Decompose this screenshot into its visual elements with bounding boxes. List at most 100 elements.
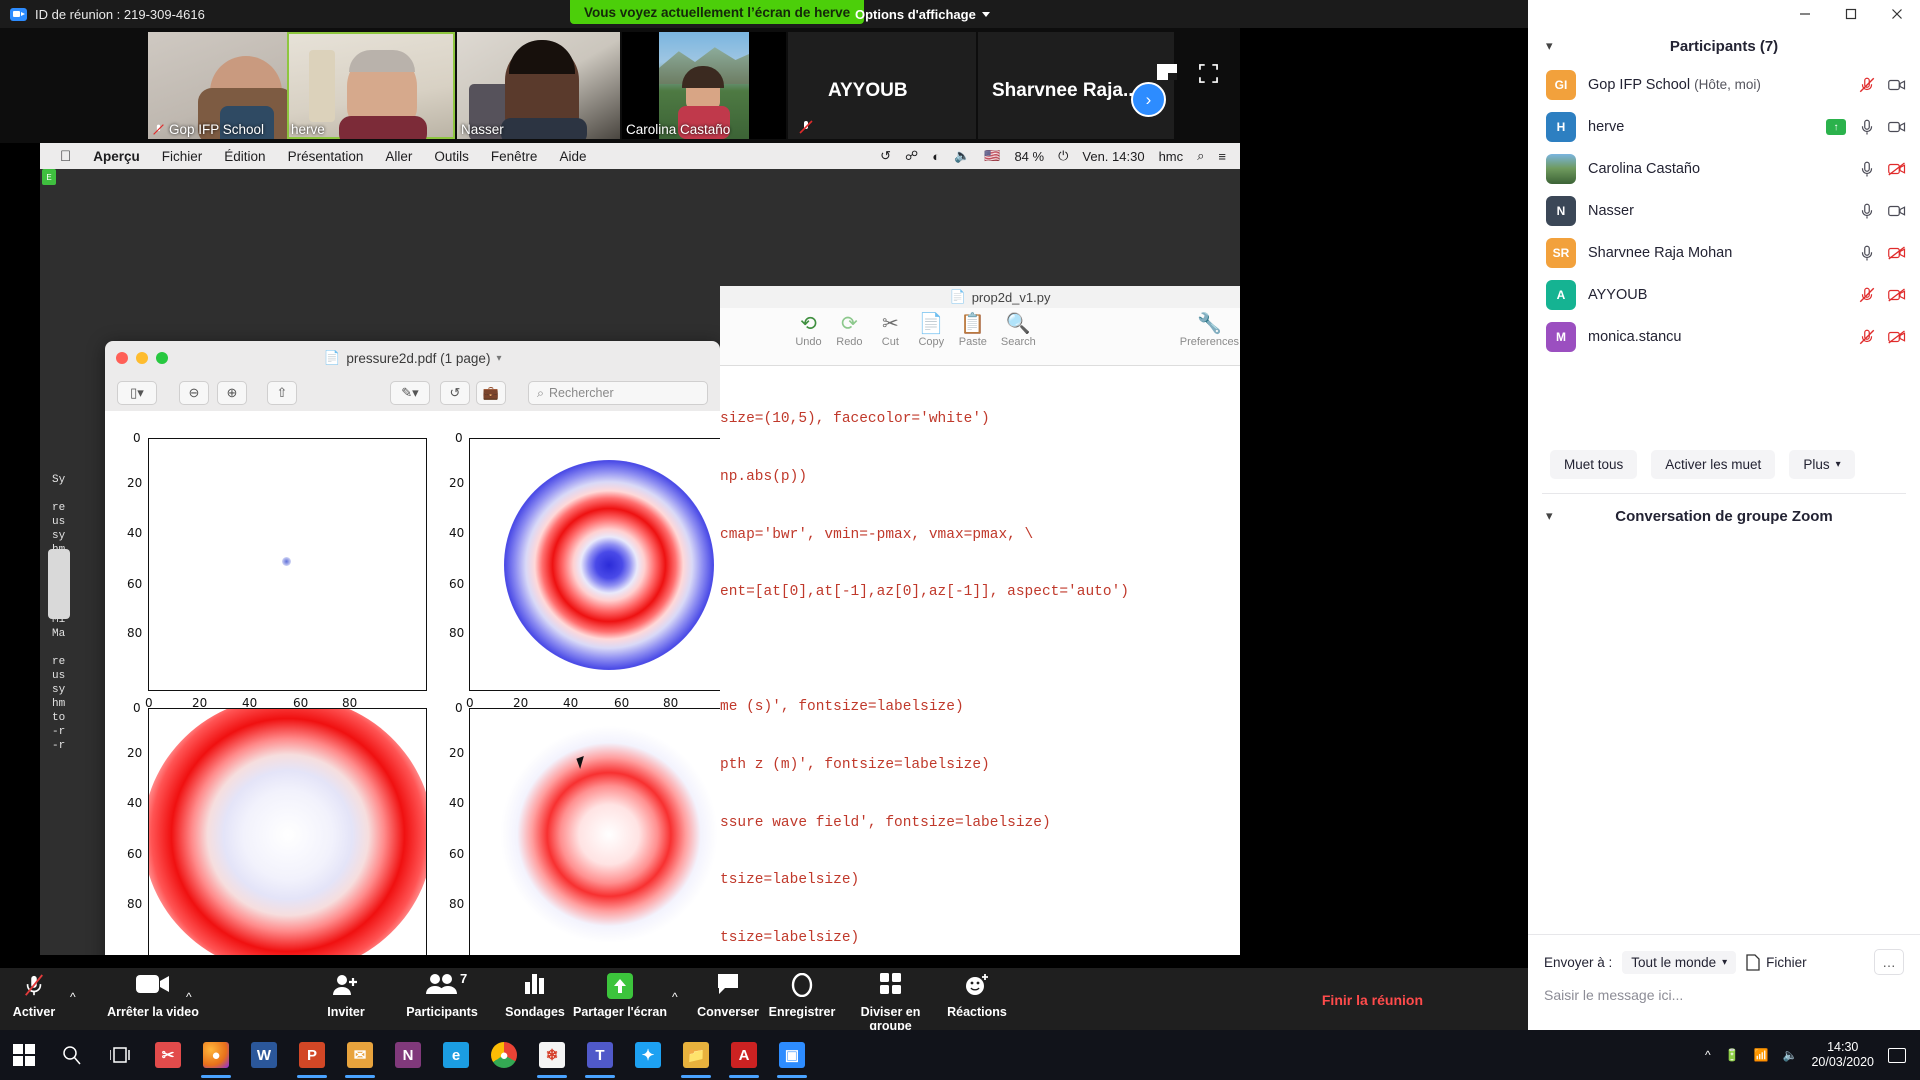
end-meeting-button[interactable]: Finir la réunion bbox=[1322, 992, 1423, 1008]
undo-button[interactable]: ⟲ Undo bbox=[795, 312, 822, 348]
video-options-caret[interactable]: ^ bbox=[186, 990, 192, 1004]
participant-row[interactable]: M monica.stancu bbox=[1528, 316, 1920, 358]
attach-file-button[interactable]: Fichier bbox=[1746, 953, 1807, 971]
camera-off-icon[interactable] bbox=[1888, 244, 1906, 262]
toolbar-participants-button[interactable]: Participants 7 bbox=[398, 971, 486, 1019]
participant-row[interactable]: A AYYOUB bbox=[1528, 274, 1920, 316]
preview-search-input[interactable]: ⌕ Rechercher bbox=[528, 381, 708, 405]
preferences-button[interactable]: 🔧 Preferences bbox=[1180, 312, 1239, 348]
toolbar-reactions-button[interactable]: Réactions bbox=[940, 973, 1014, 1019]
mic-icon[interactable] bbox=[1858, 160, 1876, 178]
chrome-icon[interactable]: ● bbox=[480, 1030, 528, 1080]
start-icon[interactable] bbox=[0, 1030, 48, 1080]
camera-icon[interactable] bbox=[1888, 118, 1906, 136]
spotlight-icon[interactable]: ⌕ bbox=[1197, 148, 1204, 164]
firefox-icon[interactable]: ● bbox=[192, 1030, 240, 1080]
outlook-icon[interactable]: ✉ bbox=[336, 1030, 384, 1080]
snip-icon[interactable]: ✂ bbox=[144, 1030, 192, 1080]
video-thumb-3[interactable]: Carolina Castaño bbox=[622, 32, 786, 139]
mic-muted-icon[interactable] bbox=[1858, 76, 1876, 94]
send-to-select[interactable]: Tout le monde ▾ bbox=[1622, 950, 1737, 974]
toolbar-share-screen-button[interactable]: Partager l'écran bbox=[568, 973, 672, 1019]
mic-icon[interactable] bbox=[1858, 118, 1876, 136]
display-options-button[interactable]: Options d'affichage bbox=[855, 0, 990, 28]
participant-row[interactable]: SR Sharvnee Raja Mohan bbox=[1528, 232, 1920, 274]
unmute-all-button[interactable]: Activer les muet bbox=[1651, 450, 1776, 479]
wifi-icon[interactable]: 📶 bbox=[1754, 1048, 1769, 1062]
webex-icon[interactable]: ❄ bbox=[528, 1030, 576, 1080]
mute-all-button[interactable]: Muet tous bbox=[1550, 450, 1638, 479]
participants-collapse-icon[interactable]: ▾ bbox=[1546, 38, 1553, 54]
code-text-area[interactable]: size=(10,5), facecolor='white') np.abs(p… bbox=[720, 368, 1240, 955]
zoom-out-button[interactable]: ⊖ bbox=[179, 381, 209, 405]
explorer-icon[interactable]: 📁 bbox=[672, 1030, 720, 1080]
powerpoint-icon[interactable]: P bbox=[288, 1030, 336, 1080]
onenote-icon[interactable]: N bbox=[384, 1030, 432, 1080]
copy-button[interactable]: 📄 Copy bbox=[918, 312, 945, 348]
maximize-button[interactable] bbox=[1828, 0, 1874, 28]
menu-fichier[interactable]: Fichier bbox=[162, 149, 203, 164]
menu-aller[interactable]: Aller bbox=[385, 149, 412, 164]
teams-icon[interactable]: T bbox=[576, 1030, 624, 1080]
paste-button[interactable]: 📋 Paste bbox=[959, 312, 987, 348]
chat-more-button[interactable]: … bbox=[1874, 949, 1904, 975]
notification-center-icon[interactable]: ≡ bbox=[1218, 149, 1226, 164]
redo-button[interactable]: ⟳ Redo bbox=[836, 312, 863, 348]
menu-edition[interactable]: Édition bbox=[224, 149, 265, 164]
mic-muted-icon[interactable] bbox=[1858, 328, 1876, 346]
fullscreen-icon[interactable] bbox=[1199, 64, 1218, 83]
toolbar-chat-button[interactable]: Converser bbox=[690, 973, 766, 1019]
participant-row[interactable]: N Nasser bbox=[1528, 190, 1920, 232]
toolbar-mute-button[interactable]: Activer bbox=[8, 973, 60, 1019]
chat-message-input[interactable]: Saisir le message ici... bbox=[1544, 987, 1904, 1003]
mic-icon[interactable] bbox=[1858, 244, 1876, 262]
camera-off-icon[interactable] bbox=[1888, 160, 1906, 178]
participant-row[interactable]: GI Gop IFP School (Hôte, moi) bbox=[1528, 64, 1920, 106]
cut-button[interactable]: ✂ Cut bbox=[877, 312, 904, 348]
sidebar-toggle-button[interactable]: ▯▾ bbox=[117, 381, 157, 405]
mute-options-caret[interactable]: ^ bbox=[70, 990, 76, 1004]
toolbar-invite-button[interactable]: Inviter bbox=[310, 973, 382, 1019]
menu-fenetre[interactable]: Fenêtre bbox=[491, 149, 538, 164]
taskbar-clock[interactable]: 14:30 20/03/2020 bbox=[1811, 1040, 1874, 1070]
minimize-button[interactable] bbox=[1782, 0, 1828, 28]
word-icon[interactable]: W bbox=[240, 1030, 288, 1080]
search-icon[interactable] bbox=[48, 1030, 96, 1080]
video-tile-4[interactable]: AYYOUB bbox=[788, 32, 976, 139]
chevron-down-icon[interactable]: ▾ bbox=[496, 353, 501, 364]
volume-icon[interactable]: 🔈 bbox=[1782, 1048, 1797, 1062]
mac-user[interactable]: hmc bbox=[1159, 149, 1184, 164]
menu-aide[interactable]: Aide bbox=[559, 149, 586, 164]
video-thumb-1[interactable]: herve bbox=[287, 32, 455, 139]
tray-expand-icon[interactable]: ^ bbox=[1705, 1048, 1711, 1062]
minimize-traffic-light[interactable] bbox=[136, 352, 148, 364]
bluetooth-icon[interactable]: ☍ bbox=[905, 148, 918, 164]
menu-apercu[interactable]: Aperçu bbox=[93, 149, 140, 164]
zoom-traffic-light[interactable] bbox=[156, 352, 168, 364]
camera-icon[interactable] bbox=[1888, 76, 1906, 94]
twitter-icon[interactable]: ✦ bbox=[624, 1030, 672, 1080]
participant-row[interactable]: Carolina Castaño bbox=[1528, 148, 1920, 190]
zoom-in-button[interactable]: ⊕ bbox=[217, 381, 247, 405]
close-traffic-light[interactable] bbox=[116, 352, 128, 364]
battery-icon[interactable]: 🔋 bbox=[1725, 1048, 1740, 1062]
notifications-icon[interactable] bbox=[1888, 1047, 1906, 1063]
edge-icon[interactable]: e bbox=[432, 1030, 480, 1080]
mic-muted-icon[interactable] bbox=[1858, 286, 1876, 304]
next-page-button[interactable]: › bbox=[1131, 82, 1166, 117]
task-view-icon[interactable] bbox=[96, 1030, 144, 1080]
menu-outils[interactable]: Outils bbox=[434, 149, 469, 164]
more-participants-button[interactable]: Plus ▾ bbox=[1789, 450, 1855, 479]
close-button[interactable] bbox=[1874, 0, 1920, 28]
acrobat-icon[interactable]: A bbox=[720, 1030, 768, 1080]
camera-icon[interactable] bbox=[1888, 202, 1906, 220]
search-button[interactable]: 🔍 Search bbox=[1001, 312, 1036, 348]
gallery-view-icon[interactable] bbox=[1157, 64, 1177, 80]
markup-button[interactable]: ✎▾ bbox=[390, 381, 430, 405]
chat-collapse-icon[interactable]: ▾ bbox=[1546, 508, 1553, 524]
toolbar-record-button[interactable]: Enregistrer bbox=[765, 972, 839, 1019]
toolbar-polls-button[interactable]: Sondages bbox=[500, 973, 570, 1019]
pdf-page-canvas[interactable]: 0 20 40 60 80 0 20 40 60 80 0 20 40 60 8… bbox=[105, 411, 720, 955]
menu-presentation[interactable]: Présentation bbox=[288, 149, 364, 164]
share-options-caret[interactable]: ^ bbox=[672, 990, 678, 1004]
